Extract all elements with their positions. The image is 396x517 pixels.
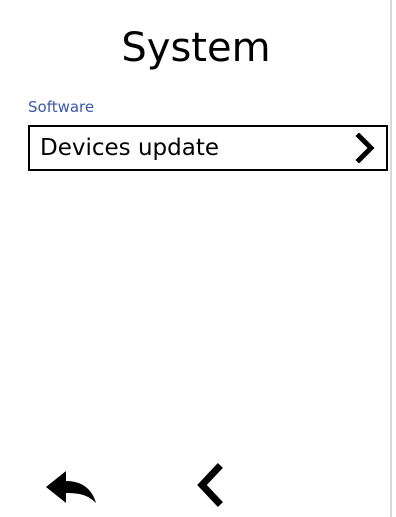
reply-back-icon: [42, 471, 100, 511]
chevron-right-icon: [352, 132, 378, 164]
devices-update-label: Devices update: [40, 135, 219, 161]
chevron-left-icon: [190, 463, 230, 512]
page-title: System: [121, 25, 271, 71]
previous-button[interactable]: [190, 462, 230, 508]
section-label-software: Software: [28, 98, 95, 116]
screen: System Software Devices update: [0, 0, 392, 517]
devices-update-item[interactable]: Devices update: [28, 125, 388, 171]
back-button[interactable]: [42, 467, 100, 507]
